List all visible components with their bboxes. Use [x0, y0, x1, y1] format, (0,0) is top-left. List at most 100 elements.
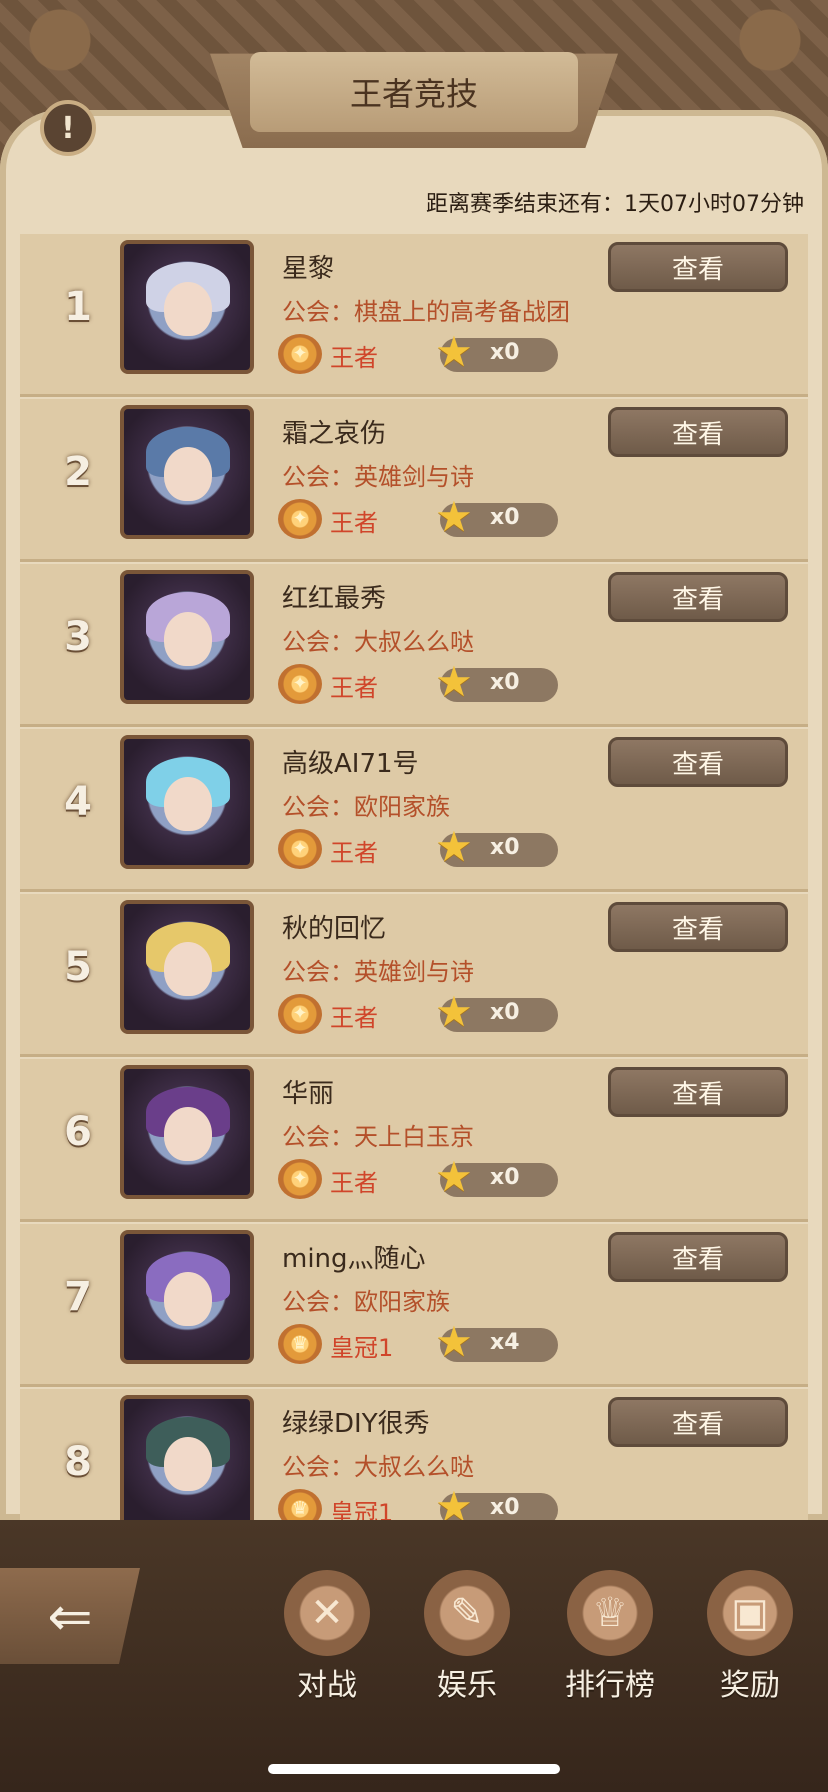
tier-badge-icon: ✦: [278, 994, 322, 1034]
star-count: x0: [490, 1000, 520, 1025]
tier-name: 王者: [330, 344, 378, 372]
page-title: 王者竞技: [250, 52, 578, 132]
battle-icon: ✕: [284, 1570, 370, 1656]
view-button[interactable]: 查看: [608, 1397, 788, 1447]
star-count: x0: [490, 670, 520, 695]
view-button[interactable]: 查看: [608, 242, 788, 292]
tier-badge-icon: ✦: [278, 829, 322, 869]
avatar-face: [164, 282, 212, 336]
guild-label: 公会：: [282, 628, 354, 656]
avatar[interactable]: [120, 1395, 254, 1529]
chest-icon: ▣: [707, 1570, 793, 1656]
tier-badge-icon: ✦: [278, 334, 322, 374]
ranking-row: 5 秋的回忆 公会：英雄剑与诗 ✦ 王者 ★ x0 查看: [20, 894, 808, 1057]
nav-rewards[interactable]: ▣ 奖励: [695, 1570, 805, 1710]
guild-name: 棋盘上的高考备战团: [354, 298, 570, 326]
view-button[interactable]: 查看: [608, 572, 788, 622]
guild-name: 大叔么么哒: [354, 628, 474, 656]
avatar-face: [164, 1437, 212, 1491]
avatar[interactable]: [120, 900, 254, 1034]
nav-label: 对战: [297, 1668, 357, 1703]
ranking-row: 3 红红最秀 公会：大叔么么哒 ✦ 王者 ★ x0 查看: [20, 564, 808, 727]
guild-line: 公会：大叔么么哒: [282, 1447, 474, 1482]
guild-line: 公会：棋盘上的高考备战团: [282, 292, 570, 327]
star-icon: ★: [435, 987, 473, 1036]
rank-number: 2: [64, 449, 92, 495]
view-button[interactable]: 查看: [608, 737, 788, 787]
avatar[interactable]: [120, 735, 254, 869]
guild-name: 英雄剑与诗: [354, 463, 474, 491]
guild-label: 公会：: [282, 793, 354, 821]
entertainment-icon: ✎: [424, 1570, 510, 1656]
guild-label: 公会：: [282, 1123, 354, 1151]
player-name: 红红最秀: [282, 584, 387, 614]
tier-badge-icon: ✦: [278, 1159, 322, 1199]
rank-number: 6: [64, 1109, 92, 1155]
tier-name: 王者: [330, 674, 378, 702]
ranking-row: 1 星黎 公会：棋盘上的高考备战团 ✦ 王者 ★ x0 查看: [20, 234, 808, 397]
guild-name: 欧阳家族: [354, 1288, 450, 1316]
view-button[interactable]: 查看: [608, 1232, 788, 1282]
ranking-row: 7 ming灬随心 公会：欧阳家族 ♛ 皇冠1 ★ x4 查看: [20, 1224, 808, 1387]
star-icon: ★: [435, 492, 473, 541]
star-icon: ★: [435, 1152, 473, 1201]
star-count: x0: [490, 340, 520, 365]
view-button[interactable]: 查看: [608, 407, 788, 457]
avatar-face: [164, 1272, 212, 1326]
ranking-list: 1 星黎 公会：棋盘上的高考备战团 ✦ 王者 ★ x0 查看 2 霜之哀伤 公会…: [20, 234, 808, 1554]
player-name: 高级AI71号: [282, 749, 419, 779]
back-button[interactable]: ⇐: [0, 1568, 140, 1664]
tier-name: 王者: [330, 839, 378, 867]
guild-name: 大叔么么哒: [354, 1453, 474, 1481]
ranking-row: 4 高级AI71号 公会：欧阳家族 ✦ 王者 ★ x0 查看: [20, 729, 808, 892]
guild-line: 公会：英雄剑与诗: [282, 952, 474, 987]
rank-number: 8: [64, 1439, 92, 1485]
nav-entertainment[interactable]: ✎ 娱乐: [412, 1570, 522, 1710]
ranking-row: 6 华丽 公会：天上白玉京 ✦ 王者 ★ x0 查看: [20, 1059, 808, 1222]
season-timer: 距离赛季结束还有：1天07小时07分钟: [426, 192, 804, 217]
info-button[interactable]: !: [40, 100, 96, 156]
guild-name: 天上白玉京: [354, 1123, 474, 1151]
rank-number: 5: [64, 944, 92, 990]
player-name: ming灬随心: [282, 1244, 426, 1274]
tier-name: 王者: [330, 509, 378, 537]
guild-line: 公会：大叔么么哒: [282, 622, 474, 657]
avatar-face: [164, 777, 212, 831]
avatar[interactable]: [120, 570, 254, 704]
rank-number: 7: [64, 1274, 92, 1320]
star-count: x0: [490, 835, 520, 860]
avatar-face: [164, 1107, 212, 1161]
star-icon: ★: [435, 1317, 473, 1366]
nav-label: 排行榜: [565, 1668, 655, 1703]
guild-label: 公会：: [282, 1453, 354, 1481]
star-icon: ★: [435, 657, 473, 706]
guild-name: 欧阳家族: [354, 793, 450, 821]
nav-label: 娱乐: [437, 1668, 497, 1703]
player-name: 霜之哀伤: [282, 419, 387, 449]
avatar[interactable]: [120, 405, 254, 539]
tier-name: 皇冠1: [330, 1334, 394, 1362]
player-name: 秋的回忆: [282, 914, 387, 944]
ranking-row: 2 霜之哀伤 公会：英雄剑与诗 ✦ 王者 ★ x0 查看: [20, 399, 808, 562]
star-count: x4: [490, 1330, 520, 1355]
avatar[interactable]: [120, 1065, 254, 1199]
tier-name: 王者: [330, 1004, 378, 1032]
avatar[interactable]: [120, 1230, 254, 1364]
nav-leaderboard[interactable]: ♕ 排行榜: [555, 1570, 665, 1710]
guild-label: 公会：: [282, 298, 354, 326]
avatar[interactable]: [120, 240, 254, 374]
guild-label: 公会：: [282, 463, 354, 491]
rank-number: 4: [64, 779, 92, 825]
nav-battle[interactable]: ✕ 对战: [272, 1570, 382, 1710]
view-button[interactable]: 查看: [608, 1067, 788, 1117]
star-count: x0: [490, 505, 520, 530]
guild-label: 公会：: [282, 1288, 354, 1316]
guild-line: 公会：欧阳家族: [282, 787, 450, 822]
home-indicator: [268, 1764, 560, 1774]
avatar-face: [164, 447, 212, 501]
guild-line: 公会：天上白玉京: [282, 1117, 474, 1152]
view-button[interactable]: 查看: [608, 902, 788, 952]
avatar-face: [164, 612, 212, 666]
guild-line: 公会：英雄剑与诗: [282, 457, 474, 492]
star-count: x0: [490, 1495, 520, 1520]
